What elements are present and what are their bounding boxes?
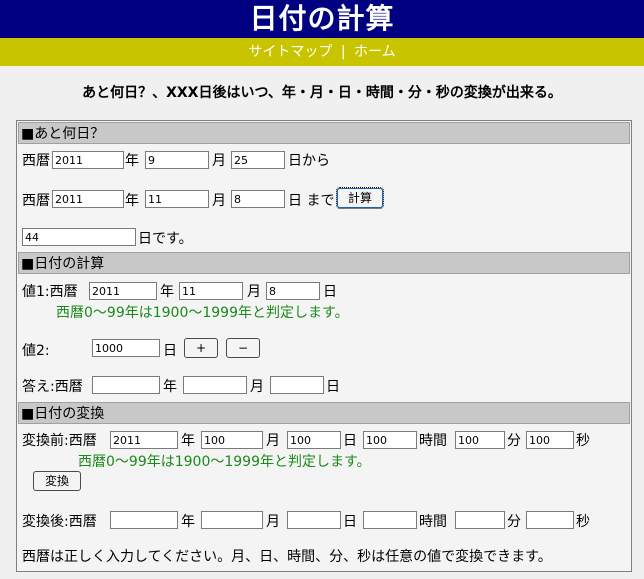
calculate-button[interactable]: 計算: [336, 187, 384, 209]
nav-separator: |: [340, 44, 346, 60]
value1-day-input[interactable]: [266, 282, 320, 300]
value2-days-input[interactable]: [92, 339, 160, 357]
value1-year-input[interactable]: [89, 282, 157, 300]
before-second-input[interactable]: [526, 431, 574, 449]
page-title: 日付の計算: [249, 2, 395, 35]
to-day-input[interactable]: [231, 190, 285, 208]
convert-footer-note: 西暦は正しく入力してください。月、日、時間、分、秒は任意の値で変換できます。: [22, 549, 552, 565]
value1-day-unit: 日: [323, 284, 337, 300]
after-minute-unit: 分: [507, 514, 521, 530]
to-month-unit: 月: [212, 193, 226, 209]
from-year-input[interactable]: [52, 151, 124, 169]
from-year-unit: 年: [125, 153, 139, 169]
after-label: 変換後:西暦: [22, 514, 97, 530]
before-minute-unit: 分: [507, 433, 521, 449]
after-month-unit: 月: [266, 514, 280, 530]
after-day-field[interactable]: [287, 511, 341, 529]
before-label: 変換前:西暦: [22, 433, 97, 449]
value1-month-input[interactable]: [179, 282, 243, 300]
page-title-bar: 日付の計算: [0, 0, 644, 38]
from-month-input[interactable]: [145, 151, 209, 169]
to-seireki-label: 西暦: [22, 193, 50, 209]
after-month-field[interactable]: [201, 511, 263, 529]
value1-label: 値1:西暦: [22, 284, 78, 300]
before-day-unit: 日: [343, 433, 357, 449]
convert-button[interactable]: 変換: [33, 471, 81, 491]
section-header-date-convert: ■日付の変換: [18, 402, 630, 424]
to-year-unit: 年: [125, 193, 139, 209]
from-seireki-label: 西暦: [22, 153, 50, 169]
before-month-input[interactable]: [201, 431, 263, 449]
before-hour-unit: 時間: [419, 433, 447, 449]
after-minute-field[interactable]: [455, 511, 505, 529]
answer-day-field[interactable]: [270, 376, 324, 394]
value2-day-unit: 日: [163, 343, 177, 359]
minus-button[interactable]: −: [226, 338, 260, 358]
after-day-unit: 日: [343, 514, 357, 530]
before-minute-input[interactable]: [455, 431, 505, 449]
to-day-suffix: 日 まで: [288, 193, 335, 209]
after-second-unit: 秒: [576, 514, 590, 530]
days-result-suffix: 日です。: [138, 231, 193, 247]
to-month-input[interactable]: [145, 190, 209, 208]
plus-button[interactable]: +: [184, 338, 218, 358]
value1-year-unit: 年: [160, 284, 174, 300]
days-result-field[interactable]: [22, 228, 136, 246]
answer-day-unit: 日: [326, 379, 340, 395]
after-year-field[interactable]: [110, 511, 178, 529]
section-header-date-calc: ■日付の計算: [18, 252, 630, 274]
after-year-unit: 年: [181, 514, 195, 530]
nav-bar: サイトマップ | ホーム: [0, 38, 644, 66]
before-month-unit: 月: [266, 433, 280, 449]
before-year-unit: 年: [181, 433, 195, 449]
before-second-unit: 秒: [576, 433, 590, 449]
from-month-unit: 月: [212, 153, 226, 169]
section-header-days-until: ■あと何日？: [18, 122, 630, 144]
home-link[interactable]: ホーム: [354, 44, 396, 60]
answer-year-unit: 年: [163, 379, 177, 395]
from-day-suffix: 日から: [288, 153, 330, 169]
value1-month-unit: 月: [247, 284, 261, 300]
to-year-input[interactable]: [52, 190, 124, 208]
value2-label: 値2:: [22, 343, 50, 359]
after-hour-field[interactable]: [363, 511, 417, 529]
after-hour-unit: 時間: [419, 514, 447, 530]
from-day-input[interactable]: [231, 151, 285, 169]
answer-month-unit: 月: [250, 379, 264, 395]
answer-label: 答え:西暦: [22, 379, 83, 395]
year-range-note: 西暦0〜99年は1900〜1999年と判定します。: [56, 305, 349, 321]
intro-text: あと何日？、XXX日後はいつ、年・月・日・時間・分・秒の変換が出来る。: [82, 85, 562, 101]
before-day-input[interactable]: [287, 431, 341, 449]
before-hour-input[interactable]: [363, 431, 417, 449]
before-year-input[interactable]: [110, 431, 178, 449]
after-second-field[interactable]: [526, 511, 574, 529]
convert-year-note: 西暦0〜99年は1900〜1999年と判定します。: [78, 454, 371, 470]
sitemap-link[interactable]: サイトマップ: [248, 44, 332, 60]
answer-year-field[interactable]: [92, 376, 160, 394]
answer-month-field[interactable]: [183, 376, 247, 394]
